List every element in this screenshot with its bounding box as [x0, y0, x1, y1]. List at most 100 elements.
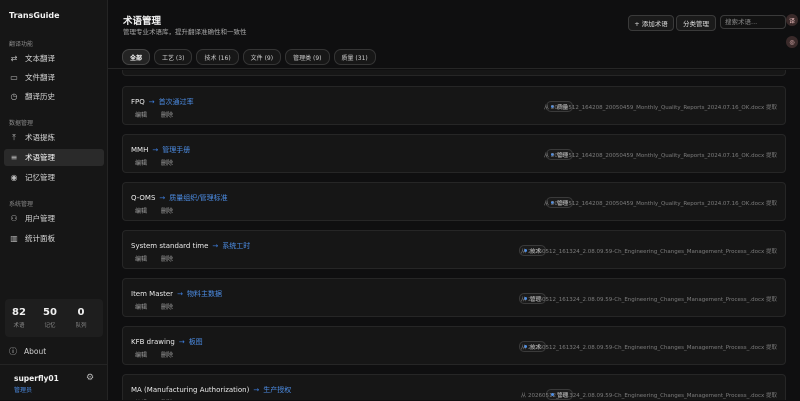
sidebar-item-label: 用户管理	[25, 214, 55, 223]
tab-all[interactable]: 全部	[122, 49, 151, 65]
edit-button[interactable]: 编辑	[135, 160, 147, 167]
tab-process[interactable]: 工艺 (3)	[154, 49, 193, 65]
term-target: 板图	[188, 338, 203, 346]
sidebar-item-history[interactable]: ◷ 翻译历史	[4, 88, 104, 105]
edit-button[interactable]: 编辑	[135, 256, 147, 263]
term-actions: 编辑 删除	[135, 254, 187, 263]
term-list: FPQ → 首次通过率 编辑 删除 质量 从 20260512_164208_2005…	[122, 70, 786, 400]
extract-icon: ⤒	[12, 132, 16, 142]
source-file: 从 20260512_164208_20050459_Monthly_Quali…	[543, 105, 777, 111]
arrow-icon: →	[152, 146, 159, 154]
category-manage-button[interactable]: 分类管理	[676, 15, 716, 31]
stat-value: 0	[77, 307, 85, 318]
sidebar-item-label: 翻译历史	[25, 92, 55, 101]
stat-memory: 50 记忆	[36, 307, 64, 329]
delete-button[interactable]: 删除	[161, 352, 173, 359]
category-tabs: 全部 工艺 (3) 技术 (16) 文件 (9) 管理类 (9) 质量 (31)	[122, 49, 376, 65]
term-card: Item Master → 物料主数据 编辑 删除 管理 从 20260512_161…	[122, 278, 786, 317]
sidebar-item-label: 术语管理	[25, 153, 55, 162]
term-actions: 编辑 删除	[135, 350, 187, 359]
term-card: KFB drawing → 板图 编辑 删除 技术 从 20260512_161324…	[122, 326, 786, 365]
term-card-partial	[122, 70, 786, 76]
term-source: MA (Manufacturing Authorization)	[131, 386, 250, 394]
section-title-data: 数据管理	[9, 120, 34, 127]
term-pair: Q-OMS → 质量组织/管理标准	[131, 193, 228, 203]
page-title: 术语管理	[123, 16, 162, 27]
term-card: FPQ → 首次通过率 编辑 删除 质量 从 20260512_164208_2005…	[122, 86, 786, 125]
sidebar: TransGuide 翻译功能 ⇄ 文本翻译 ▭ 文件翻译 ◷ 翻译历史 数据管…	[0, 0, 108, 400]
arrow-icon: →	[178, 338, 185, 346]
term-target: 首次通过率	[158, 98, 194, 106]
about-link[interactable]: ⓘ About	[9, 346, 46, 357]
extension-icon[interactable]: ◎	[786, 36, 798, 48]
delete-button[interactable]: 删除	[161, 160, 173, 167]
add-term-button[interactable]: + 添加术语	[628, 15, 674, 31]
source-file: 从 20260512_164208_20050459_Monthly_Quali…	[543, 201, 777, 207]
sidebar-item-users[interactable]: ⚇ 用户管理	[4, 210, 104, 227]
edit-button[interactable]: 编辑	[135, 208, 147, 215]
stat-value: 50	[43, 307, 57, 318]
sidebar-item-stats[interactable]: ▥ 统计面板	[4, 230, 104, 247]
term-source: Item Master	[131, 290, 174, 298]
sidebar-item-file-translate[interactable]: ▭ 文件翻译	[4, 69, 104, 86]
term-target: 生产授权	[263, 386, 292, 394]
glossary-icon: ≡	[10, 153, 18, 162]
term-actions: 编辑 删除	[135, 302, 187, 311]
section-title-system: 系统管理	[9, 201, 34, 208]
settings-gear-icon[interactable]: ⚙	[86, 373, 94, 383]
term-target: 系统工时	[222, 242, 251, 250]
term-card: MMH → 管理手册 编辑 删除 管理 从 20260512_164208_20050…	[122, 134, 786, 173]
sidebar-item-term-extract[interactable]: ⤒ 术语提炼	[4, 129, 104, 146]
term-pair: FPQ → 首次通过率	[131, 97, 194, 107]
edit-button[interactable]: 编辑	[135, 304, 147, 311]
delete-button[interactable]: 删除	[161, 256, 173, 263]
page-subtitle: 管理专业术语库，提升翻译准确性和一致性	[123, 28, 247, 36]
edit-button[interactable]: 编辑	[135, 112, 147, 119]
sidebar-item-label: 统计面板	[25, 234, 55, 243]
sidebar-item-label: 文件翻译	[25, 73, 55, 82]
info-icon: ⓘ	[9, 347, 17, 356]
tab-quality[interactable]: 质量 (31)	[333, 49, 376, 65]
term-source: MMH	[131, 146, 149, 154]
header-divider	[108, 68, 800, 69]
section-title-translate: 翻译功能	[9, 41, 34, 48]
search-input[interactable]	[720, 15, 786, 29]
sidebar-item-text-translate[interactable]: ⇄ 文本翻译	[4, 50, 104, 67]
stat-queue: 0 队列	[67, 307, 95, 329]
term-actions: 编辑 删除	[135, 110, 187, 119]
stat-terms: 82 术语	[5, 307, 33, 329]
tab-tech[interactable]: 技术 (16)	[196, 49, 239, 65]
delete-button[interactable]: 删除	[161, 208, 173, 215]
edit-button[interactable]: 编辑	[135, 352, 147, 359]
term-target: 管理手册	[162, 146, 191, 154]
source-file: 从 20260512_161324_2.08.09.59-Ch_Engineer…	[520, 393, 777, 399]
file-icon: ▭	[10, 73, 18, 82]
user-panel: superfly01 管理员 ⚙	[0, 364, 107, 401]
users-icon: ⚇	[10, 214, 18, 223]
term-actions: 编辑 删除	[135, 206, 187, 215]
sidebar-item-label: 文本翻译	[25, 54, 55, 63]
term-pair: KFB drawing → 板图	[131, 337, 203, 347]
delete-button[interactable]: 删除	[161, 304, 173, 311]
about-label: About	[24, 347, 47, 356]
translate-plugin-icon[interactable]: 译	[786, 14, 798, 26]
arrow-icon: →	[148, 98, 155, 106]
tab-management[interactable]: 管理类 (9)	[285, 49, 330, 65]
source-file: 从 20260512_164208_20050459_Monthly_Quali…	[543, 153, 777, 159]
sidebar-item-label: 记忆管理	[25, 173, 55, 182]
delete-button[interactable]: 删除	[161, 112, 173, 119]
main-content: 术语管理 管理专业术语库，提升翻译准确性和一致性 + 添加术语 分类管理 全部 …	[108, 0, 800, 400]
arrow-icon: →	[177, 290, 183, 298]
chart-icon: ▥	[10, 234, 18, 243]
term-card: MA (Manufacturing Authorization)→生产授权 编辑…	[122, 374, 786, 400]
stat-caption: 术语	[13, 323, 25, 329]
memory-icon: ◉	[10, 173, 18, 182]
sidebar-item-term-manage[interactable]: ≡ 术语管理	[4, 149, 104, 166]
tab-file[interactable]: 文件 (9)	[242, 49, 282, 65]
term-target: 质量组织/管理标准	[169, 194, 228, 202]
source-file: 从 20260512_161324_2.08.09.59-Ch_Engineer…	[520, 249, 777, 255]
sidebar-item-label: 术语提炼	[25, 133, 55, 142]
term-pair: System standard time → 系统工时	[131, 241, 250, 251]
term-source: KFB drawing	[131, 338, 175, 346]
sidebar-item-memory[interactable]: ◉ 记忆管理	[4, 169, 104, 186]
